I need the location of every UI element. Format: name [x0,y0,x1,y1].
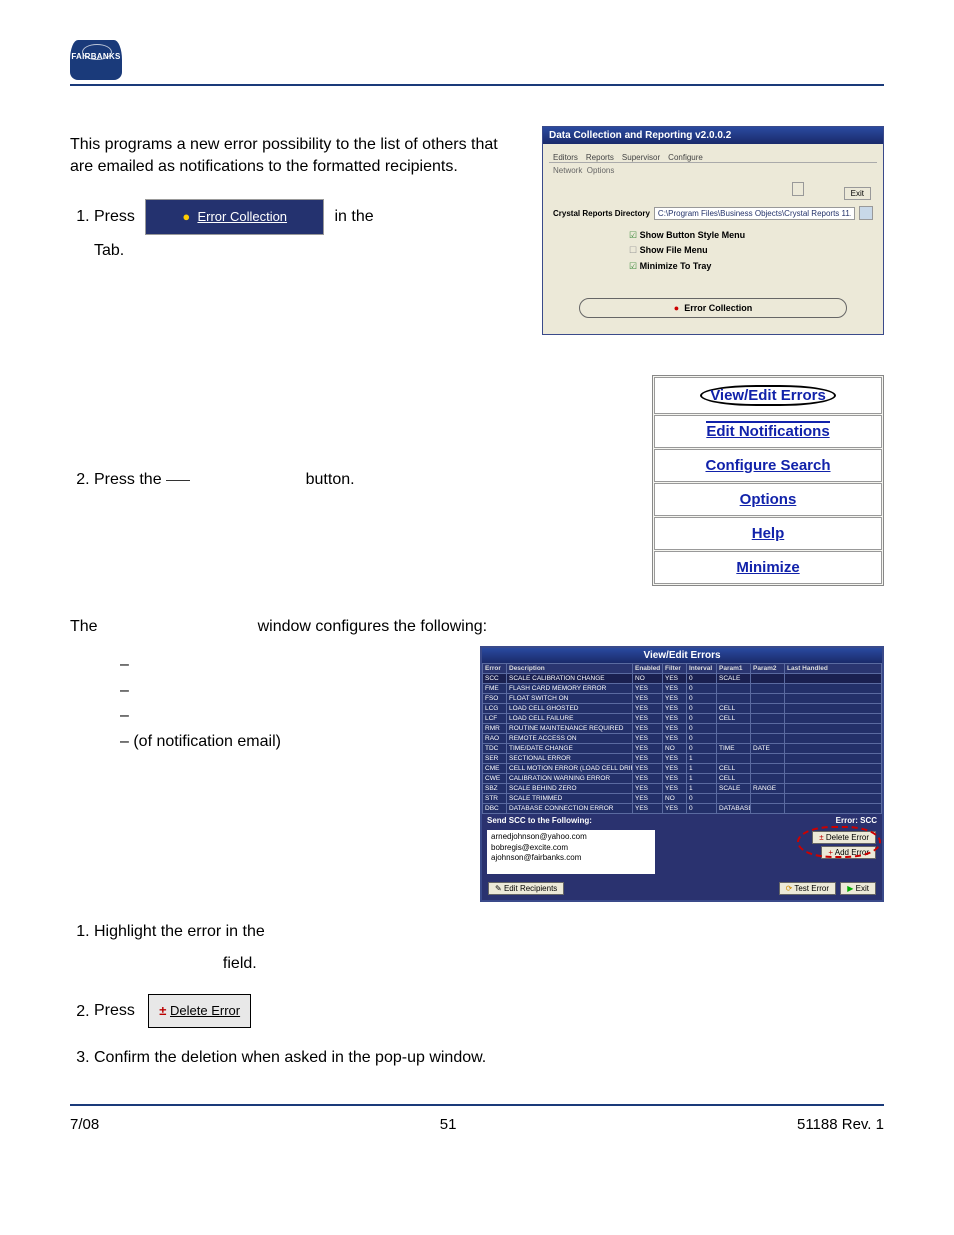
dcr-check-show-button-style[interactable]: Show Button Style Menu [629,228,877,243]
menu-help[interactable]: Help [654,517,882,550]
footer-doc: 51188 Rev. 1 [797,1116,884,1133]
menu-configure-search[interactable]: Configure Search [654,449,882,482]
view-edit-errors-panel: View/Edit Errors ErrorDescriptionEnabled… [480,646,884,902]
table-row[interactable]: SBZSCALE BEHIND ZEROYESYES1SCALERANGE [483,784,882,794]
menu-view-edit-errors[interactable]: View/Edit Errors [654,377,882,414]
config-bullets: (of notification email) [100,652,456,754]
delete-error-button[interactable]: ± Delete Error [148,994,251,1028]
dcr-exit-btn[interactable]: Exit [844,187,871,200]
menu-options[interactable]: Options [654,483,882,516]
del-step-2: Press ± Delete Error [94,994,884,1028]
step2-suffix: button. [306,471,355,488]
error-collection-button[interactable]: ● Error Collection [145,199,324,235]
dcr-titlebar: Data Collection and Reporting v2.0.0.2 [543,127,883,144]
table-row[interactable]: CMECELL MOTION ERROR (LOAD CELL DRIFT)YE… [483,764,882,774]
page-footer: 7/08 51 51188 Rev. 1 [70,1104,884,1133]
table-row[interactable]: CWECALIBRATION WARNING ERRORYESYES1CELL [483,774,882,784]
ve-exit-btn[interactable]: ▶ Exit [840,882,876,895]
step-1: Press ● Error Collection in the Tab. [94,199,518,267]
footer-date: 7/08 [70,1116,99,1133]
step2-prefix: Press the [94,471,162,488]
ve-error-label: Error: SCC [836,816,877,825]
table-row[interactable]: FSOFLOAT SWITCH ONYESYES0 [483,694,882,704]
dcr-check-minimize-to-tray[interactable]: Minimize To Tray [629,259,877,274]
the-label: The [70,618,98,635]
table-row[interactable]: FMEFLASH CARD MEMORY ERRORYESYES0 [483,684,882,694]
step1-tab: Tab. [94,242,124,259]
ve-title: View/Edit Errors [482,648,882,663]
dcr-reports-dir-input[interactable] [654,207,855,220]
table-row[interactable]: RAOREMOTE ACCESS ONYESYES0 [483,734,882,744]
dcr-main-tabs: EditorsReportsSupervisorConfigure [549,150,877,163]
menu-edit-notifications[interactable]: Edit Notifications [654,415,882,448]
step1-suffix: in the [335,208,374,225]
ve-delete-error-btn[interactable]: ± Delete Error [812,831,876,844]
menu-panel: View/Edit Errors Edit Notifications Conf… [652,375,884,586]
dcr-check-show-file-menu[interactable]: Show File Menu [629,243,877,258]
del-step-3: Confirm the deletion when asked in the p… [94,1042,884,1074]
footer-page: 51 [440,1116,457,1133]
ve-add-error-btn[interactable]: + Add Error [821,846,876,859]
intro-paragraph: This programs a new error possibility to… [70,134,518,179]
table-row[interactable]: SERSECTIONAL ERRORYESYES1 [483,754,882,764]
table-row[interactable]: RMRROUTINE MAINTENANCE REQUIREDYESYES0 [483,724,882,734]
dcr-screenshot: Data Collection and Reporting v2.0.0.2 E… [542,126,884,335]
ve-edit-recipients-btn[interactable]: ✎ Edit Recipients [488,882,564,895]
ve-send-label: Send SCC to the Following: [487,816,592,825]
ve-test-error-btn[interactable]: ⟳ Test Error [779,882,836,895]
ve-email-list[interactable]: arnedjohnson@yahoo.com bobregis@excite.c… [487,830,655,874]
del-step-1: Highlight the error in the field. [94,916,884,980]
dcr-options-checks: Show Button Style Menu Show File Menu Mi… [549,222,877,280]
header-rule: FAIRBANKS [70,40,884,86]
fairbanks-logo: FAIRBANKS [70,40,122,80]
step-2: Press the button. [94,464,628,496]
dcr-reports-dir-label: Crystal Reports Directory [553,209,650,218]
dcr-error-collection-btn[interactable]: ● Error Collection [579,298,847,318]
table-row[interactable]: DBCDATABASE CONNECTION ERRORYESYES0DATAB… [483,804,882,814]
table-row[interactable]: LCGLOAD CELL GHOSTEDYESYES0CELL [483,704,882,714]
dcr-subtabs: Network Options [549,163,877,178]
ve-errors-table[interactable]: ErrorDescriptionEnabledFilterIntervalPar… [482,663,882,814]
table-row[interactable]: SCCSCALE CALIBRATION CHANGENOYES0SCALE [483,674,882,684]
step1-prefix: Press [94,208,135,225]
table-row[interactable]: LCFLOAD CELL FAILUREYESYES0CELL [483,714,882,724]
window-configures: window configures the following: [258,618,487,635]
table-row[interactable]: TDCTIME/DATE CHANGEYESNO0TIMEDATE [483,744,882,754]
dcr-browse-icon[interactable] [859,206,873,220]
menu-minimize[interactable]: Minimize [654,551,882,584]
table-row[interactable]: STRSCALE TRIMMEDYESNO0 [483,794,882,804]
